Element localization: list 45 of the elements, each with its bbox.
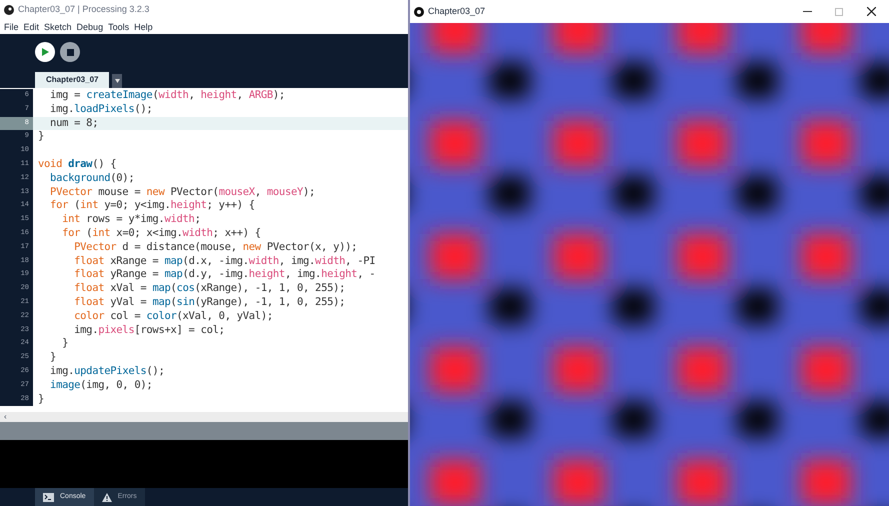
code-line: img.loadPixels(); [49,102,152,117]
code-line: void draw() { [37,158,116,172]
code-line: float xVal = map(cos(xRange), -1, 1, 0, 255); [73,282,346,296]
menu-item[interactable]: Tools [108,22,130,32]
menu-item[interactable]: Edit [24,22,40,32]
run-button[interactable] [35,42,55,62]
code-line: } [61,337,68,352]
scroll-left-arrow[interactable]: ‹ [4,413,7,421]
close-icon [866,7,876,16]
code-line: } [49,351,56,365]
code-line: PVector mouse = new PVector(mouseX, mouseY); [49,186,316,200]
stop-icon [66,48,74,56]
code-line: for (int x=0; x<img.width; x++) { [61,226,261,241]
window-title: Chapter03_07 [428,4,486,18]
tab-menu-button[interactable] [112,74,122,88]
file-tab[interactable]: Chapter03_07 [35,72,110,88]
menu-item[interactable]: Help [134,22,153,32]
code-line: for (int y=0; y<img.height; y++) { [49,199,255,214]
code-line: } [37,392,44,406]
processing-logo-icon [414,6,424,16]
code-line: int rows = y*img.width; [61,213,201,227]
minimize-icon [802,11,812,12]
processing-logo-icon [4,5,14,15]
warning-icon [102,492,112,502]
code-line: img = createImage(width, height, ARGB); [49,89,285,103]
play-icon [41,48,49,56]
code-line: color col = color(xVal, 0, yVal); [73,310,273,324]
menu-item[interactable]: File [4,22,19,32]
maximize-icon [835,8,843,16]
code-line: num = 8; [49,116,98,130]
terminal-icon [43,492,54,502]
caret-icon [114,79,120,83]
code-line: img.updatePixels(); [49,364,164,379]
menu-item[interactable]: Debug [76,22,104,32]
code-line: float xRange = map(d.x, -img.width, img.width, -PI [73,254,376,268]
code-line: image(img, 0, 0); [49,378,152,393]
code-line: img.pixels[rows+x] = col; [73,324,225,338]
code-line: } [37,130,44,144]
window-title: Chapter03_07 | Processing 3.2.3 [18,3,150,16]
menu-item[interactable]: Sketch [44,22,72,32]
code-line: background(0); [49,172,134,186]
code-line: float yVal = map(sin(yRange), -1, 1, 0, 255); [73,296,346,310]
code-line: PVector d = distance(mouse, new PVector(x, y)); [73,240,358,255]
stop-button[interactable] [60,42,80,62]
code-line: float yRange = map(d.y, -img.height, img.height, - [73,268,376,282]
